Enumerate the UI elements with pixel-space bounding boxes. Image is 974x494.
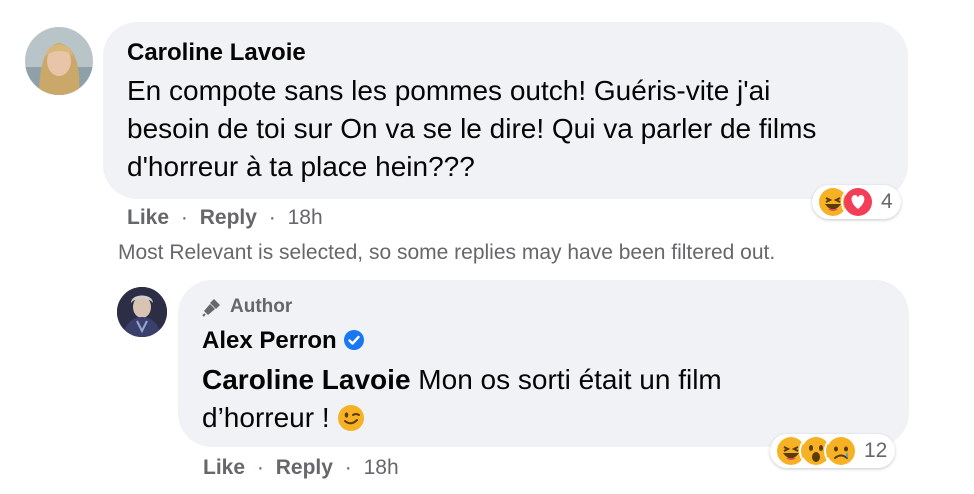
mention-link[interactable]: Caroline Lavoie (202, 364, 411, 395)
like-button[interactable]: Like (127, 206, 169, 229)
separator: · (268, 206, 276, 229)
reply-text-line: d’horreur ! (202, 402, 338, 433)
comment-text-line: besoin de toi sur On va se le dire! Qui … (127, 113, 817, 144)
avatar-alex[interactable] (117, 287, 167, 337)
comment-actions: Like · Reply · 18h (127, 205, 323, 231)
author-badge-label: Author (230, 296, 293, 317)
reply-bubble: Author Alex Perron Caroline Lavoie Mon o… (178, 280, 909, 447)
comment-bubble: Caroline Lavoie En compote sans les pomm… (103, 22, 908, 199)
separator: · (180, 206, 188, 229)
microphone-icon (202, 299, 220, 317)
reply-reaction-count: 12 (864, 439, 888, 462)
comment-text-line: d'horreur à ta place hein??? (127, 151, 475, 182)
like-button[interactable]: Like (203, 456, 245, 479)
comment-timestamp[interactable]: 18h (288, 206, 323, 229)
reply-text: Caroline Lavoie Mon os sorti était un fi… (202, 361, 722, 437)
avatar-caroline[interactable] (25, 27, 93, 95)
comment-author-name[interactable]: Caroline Lavoie (127, 38, 306, 68)
filter-notice: Most Relevant is selected, so some repli… (118, 241, 776, 264)
reply-timestamp[interactable]: 18h (364, 456, 399, 479)
separator: · (344, 456, 352, 479)
sad-icon (824, 434, 858, 468)
love-icon (841, 185, 875, 219)
separator: · (256, 456, 264, 479)
reply-actions: Like · Reply · 18h (203, 455, 399, 481)
reply-reactions[interactable]: 12 (770, 434, 896, 468)
reply-author-name[interactable]: Alex Perron (202, 326, 365, 356)
reply-author-text: Alex Perron (202, 327, 337, 354)
reply-text-line: Mon os sorti était un film (410, 364, 722, 395)
comment-reaction-count: 4 (881, 190, 893, 213)
reply-button[interactable]: Reply (200, 206, 257, 229)
verified-badge-icon (343, 330, 364, 350)
comment-text-line: En compote sans les pommes outch! Guéris… (127, 75, 771, 106)
comment-text: En compote sans les pommes outch! Guéris… (127, 72, 816, 186)
comment-reactions[interactable]: 4 (812, 185, 901, 219)
wink-emoji (338, 405, 365, 431)
author-badge: Author (202, 295, 292, 319)
reply-button[interactable]: Reply (276, 456, 333, 479)
